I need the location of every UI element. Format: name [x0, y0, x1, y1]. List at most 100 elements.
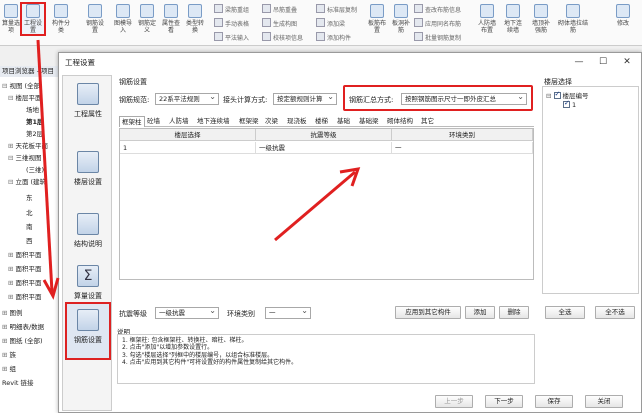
- tab-concrete-wall[interactable]: 砼墙: [145, 116, 162, 127]
- ribbon-small-item[interactable]: 校核项信息: [262, 32, 303, 42]
- ribbon-small-item[interactable]: 平法输入: [214, 32, 249, 42]
- rebar-spec-select[interactable]: 22系平法规则: [155, 93, 219, 105]
- ribbon-slab-rebar-button[interactable]: 板筋布置: [366, 4, 388, 34]
- ribbon-calc-options-button[interactable]: 算量选项: [0, 4, 22, 34]
- tab-frame-beam[interactable]: 框架梁: [237, 116, 261, 127]
- tree-item[interactable]: 立面 (建筑: [8, 176, 46, 186]
- tree-item[interactable]: 北: [26, 207, 33, 217]
- ribbon-model-import-button[interactable]: 图模导入: [112, 4, 134, 34]
- ribbon-rebar-settings-button[interactable]: 钢筋设置: [84, 4, 106, 34]
- tree-item[interactable]: 图纸 (全部): [2, 335, 42, 345]
- tree-item[interactable]: 图例: [2, 307, 22, 317]
- maximize-icon[interactable]: ☐: [591, 55, 615, 69]
- ribbon-small-item[interactable]: 手动表格: [214, 18, 249, 28]
- ribbon-property-view-button[interactable]: 属性查看: [160, 4, 182, 34]
- tree-item[interactable]: 西: [26, 235, 33, 245]
- ribbon-diaphragm-wall-button[interactable]: 地下连续墙: [502, 4, 524, 34]
- tree-item[interactable]: 天花板平面: [8, 140, 48, 150]
- ribbon-civil-wall-button[interactable]: 人防墙布置: [476, 4, 498, 34]
- tree-item[interactable]: 东: [26, 192, 33, 202]
- select-all-button[interactable]: 全选: [545, 306, 585, 319]
- grid-cell-floor[interactable]: 1: [120, 142, 256, 154]
- minimize-icon[interactable]: —: [567, 55, 591, 69]
- tree-item[interactable]: 视图 (全部): [2, 80, 42, 90]
- tree-item[interactable]: 面积平面: [8, 291, 41, 301]
- tree-item[interactable]: 楼层平面: [8, 92, 41, 102]
- save-button[interactable]: 保存: [535, 395, 573, 408]
- tab-frame-column[interactable]: 框架柱: [119, 116, 145, 127]
- type-convert-icon: [188, 4, 202, 18]
- tab-cast-slab[interactable]: 现浇板: [285, 116, 309, 127]
- tree-item[interactable]: 第2层: [26, 128, 43, 138]
- tab-civil-defense-wall[interactable]: 人防墙: [167, 116, 191, 127]
- ribbon-modify-button[interactable]: 修改: [612, 4, 634, 27]
- tree-item[interactable]: 组: [2, 363, 16, 373]
- tree-item[interactable]: 面积平面: [8, 263, 41, 273]
- ribbon-rebar-define-button[interactable]: 钢筋定义: [136, 4, 158, 34]
- grid-cell-seismic[interactable]: 一级抗震: [256, 142, 392, 154]
- tree-collapse-icon[interactable]: ⊟: [546, 92, 551, 100]
- floor-tree-child[interactable]: 1: [563, 99, 576, 109]
- ribbon-masonry-button[interactable]: 砌体墙拉结筋: [558, 4, 588, 34]
- floor-root-checkbox[interactable]: [553, 90, 561, 99]
- ribbon-small-item[interactable]: 生成构图: [262, 18, 297, 28]
- close-icon[interactable]: ✕: [615, 55, 639, 69]
- summary-method-select[interactable]: 按照钢筋图示尺寸一即外皮汇总: [401, 93, 527, 105]
- nav-rebar-settings[interactable]: 钢筋设置: [65, 302, 111, 360]
- grid-cell-environment[interactable]: 一: [392, 142, 533, 154]
- dialog-title: 工程设置: [65, 58, 95, 67]
- ribbon-project-settings-button[interactable]: 工程设置: [20, 2, 46, 36]
- tree-item[interactable]: Revit 链接: [2, 377, 34, 387]
- ribbon-small-item[interactable]: 查改布筋信息: [414, 4, 461, 14]
- ribbon-type-convert-button[interactable]: 类型转换: [184, 4, 206, 34]
- rebar-spec-label: 钢筋规范:: [119, 96, 150, 104]
- add-button[interactable]: 添加: [465, 306, 495, 319]
- prev-step-button[interactable]: 上一步: [435, 395, 473, 408]
- tab-foundation[interactable]: 基础: [335, 116, 352, 127]
- apply-to-others-button[interactable]: 应用到其它构件: [395, 306, 461, 319]
- tree-item[interactable]: 三维视图: [8, 152, 41, 162]
- deselect-all-button[interactable]: 全不选: [595, 306, 635, 319]
- tree-item[interactable]: 南: [26, 221, 33, 231]
- diaphragm-wall-icon: [506, 4, 520, 18]
- tab-diaphragm-wall[interactable]: 地下连续墙: [195, 116, 232, 127]
- tab-others[interactable]: 其它: [419, 116, 436, 127]
- ribbon-wall-top-button[interactable]: 墙顶补强筋: [530, 4, 552, 34]
- ribbon-small-item[interactable]: 吊筋重叠: [262, 4, 297, 14]
- rebar-define-icon: [140, 4, 154, 18]
- delete-button[interactable]: 删除: [499, 306, 529, 319]
- tree-item[interactable]: 场地: [26, 104, 39, 114]
- tab-secondary-beam[interactable]: 次梁: [263, 116, 280, 127]
- close-button[interactable]: 关闭: [585, 395, 623, 408]
- tab-stairs[interactable]: 楼梯: [313, 116, 330, 127]
- tree-item[interactable]: (三维): [26, 164, 44, 174]
- ribbon-toolbar: 算量选项 工程设置 构件分类 钢筋设置 图模导入 钢筋定义 属性查看 类型转换 …: [0, 0, 642, 46]
- nav-project-properties[interactable]: 工程属性: [65, 78, 111, 136]
- joint-method-select[interactable]: 按定额规则计算: [273, 93, 337, 105]
- seismic-select[interactable]: 一级抗震: [155, 307, 219, 319]
- ribbon-small-item[interactable]: 添加构件: [316, 32, 351, 42]
- next-step-button[interactable]: 下一步: [485, 395, 523, 408]
- ribbon-small-item[interactable]: 应用同名布筋: [414, 18, 461, 28]
- ribbon-small-item[interactable]: 标准层复制: [316, 4, 357, 14]
- ribbon-small-item[interactable]: 添加梁: [316, 18, 345, 28]
- ribbon-component-class-button[interactable]: 构件分类: [50, 4, 72, 34]
- environment-select[interactable]: 一: [265, 307, 311, 319]
- tree-item[interactable]: 明细表/数据: [2, 321, 44, 331]
- tree-item[interactable]: 第1层: [26, 116, 44, 126]
- nav-structure-notes[interactable]: 结构说明: [65, 208, 111, 266]
- ribbon-slab-hole-button[interactable]: 板洞补筋: [390, 4, 412, 34]
- floors-icon: [77, 151, 99, 173]
- sigma-icon: Σ: [77, 265, 99, 287]
- tree-item[interactable]: 族: [2, 349, 16, 359]
- tree-item[interactable]: 面积平面: [8, 249, 41, 259]
- ribbon-small-item[interactable]: 梁筋重组: [214, 4, 249, 14]
- model-import-icon: [116, 4, 130, 18]
- nav-floor-settings[interactable]: 楼层设置: [65, 146, 111, 204]
- tab-masonry[interactable]: 砌体结构: [385, 116, 415, 127]
- tab-foundation-beam[interactable]: 基础梁: [357, 116, 381, 127]
- tree-item[interactable]: 面积平面: [8, 277, 41, 287]
- floor-1-checkbox[interactable]: [563, 99, 570, 108]
- ribbon-small-item[interactable]: 批量钢筋复制: [414, 32, 461, 42]
- property-view-icon: [164, 4, 178, 18]
